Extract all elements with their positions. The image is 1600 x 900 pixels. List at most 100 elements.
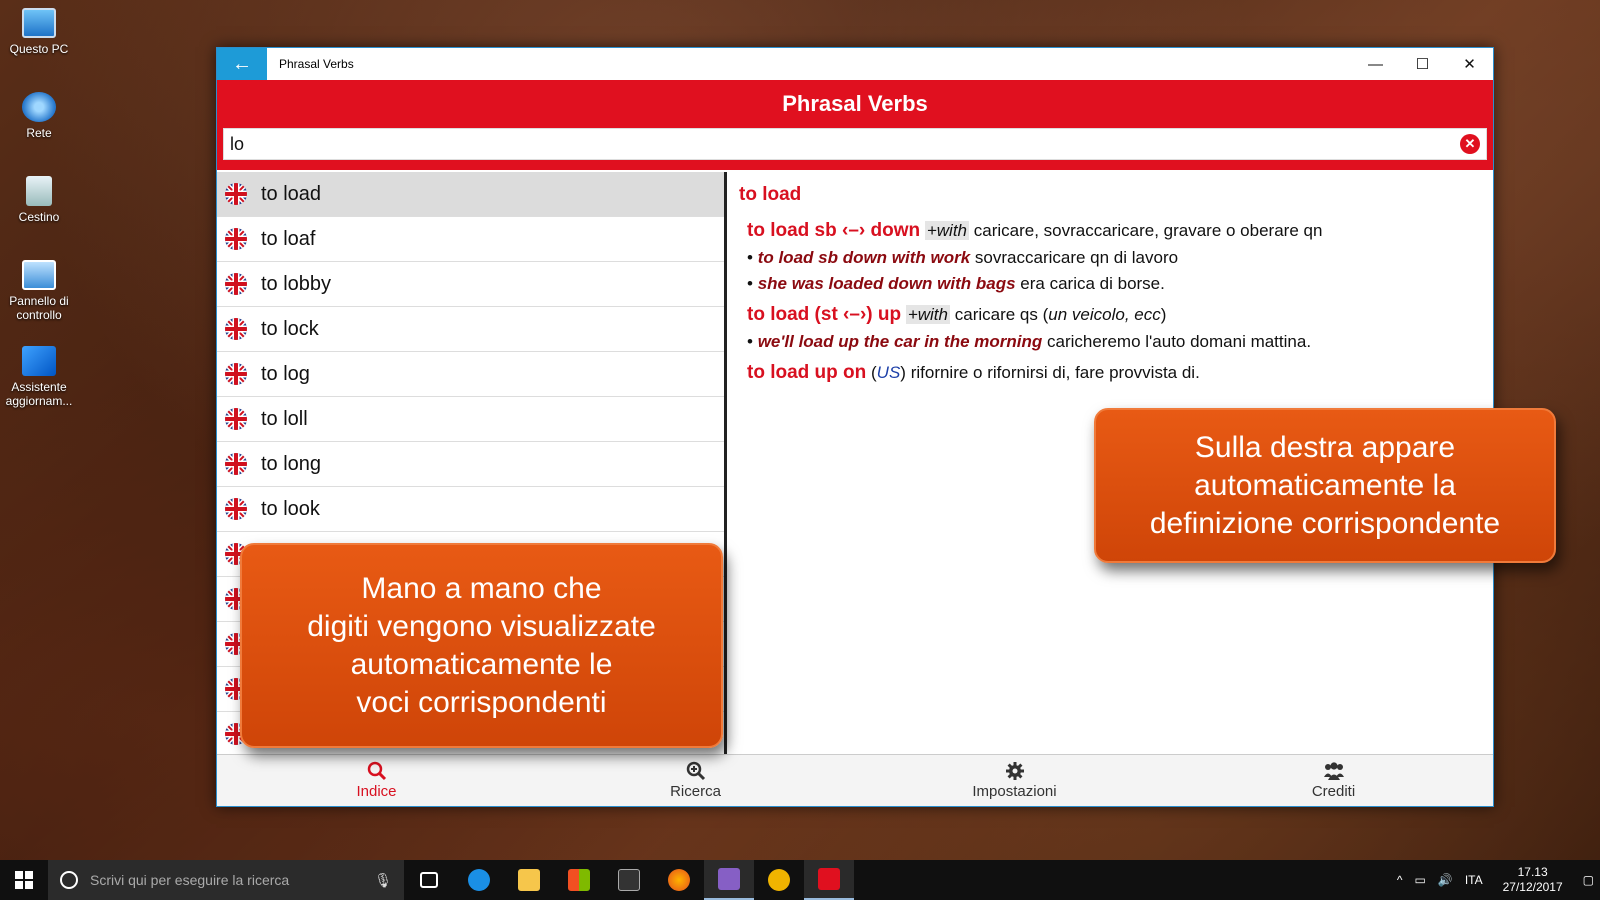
- windows-update-icon: [22, 346, 56, 376]
- clock-time: 17.13: [1517, 865, 1548, 879]
- close-button[interactable]: ✕: [1446, 48, 1493, 80]
- firefox-icon: [668, 869, 690, 891]
- taskbar-explorer[interactable]: [504, 860, 554, 900]
- desktop-icon-label: Pannello di controllo: [9, 294, 69, 322]
- list-item[interactable]: to load: [217, 172, 724, 217]
- desktop-icon-recycle-bin[interactable]: Cestino: [4, 176, 74, 224]
- clock[interactable]: 17.13 27/12/2017: [1503, 865, 1563, 895]
- cortana-icon: [60, 871, 78, 889]
- clock-date: 27/12/2017: [1502, 880, 1563, 894]
- desktop-icon-label: Rete: [26, 126, 52, 140]
- zoom-in-icon: [686, 761, 705, 781]
- clear-search-icon[interactable]: ✕: [1460, 134, 1480, 154]
- uk-flag-icon: [225, 408, 247, 430]
- example-bullet: •: [747, 332, 753, 351]
- desktop-icon-network[interactable]: Rete: [4, 92, 74, 140]
- callout-line: voci corrispondenti: [356, 685, 607, 719]
- entry-meaning: caricare, sovraccaricare, gravare o ober…: [973, 221, 1323, 240]
- network-tray-icon[interactable]: ▭: [1415, 873, 1426, 887]
- example-line: • to load sb down with work sovraccarica…: [747, 248, 1481, 268]
- list-item-label: to load: [261, 182, 322, 205]
- microphone-icon[interactable]: 🎙: [374, 872, 392, 889]
- entry-phrase: to load up on: [747, 362, 867, 383]
- list-item-label: to loaf: [261, 227, 316, 250]
- callout-right: Sulla destra appare automaticamente la d…: [1094, 408, 1556, 563]
- definition-entry: to load (st ‹–›) up +with caricare qs (u…: [747, 304, 1481, 352]
- entry-line: to load sb ‹–› down +with caricare, sovr…: [747, 220, 1481, 242]
- list-item[interactable]: to log: [217, 352, 724, 397]
- maximize-button[interactable]: ☐: [1399, 48, 1446, 80]
- taskbar-edge[interactable]: [454, 860, 504, 900]
- network-icon: [22, 92, 56, 122]
- desktop-icon-update-assistant[interactable]: Assistente aggiornam...: [4, 346, 74, 408]
- list-item-label: to log: [261, 362, 310, 385]
- example-en: to load sb down with work: [757, 248, 971, 267]
- callout-line: definizione corrispondente: [1149, 506, 1501, 540]
- chevron-up-icon[interactable]: ^: [1397, 873, 1403, 887]
- store-icon: [568, 869, 590, 891]
- desktop-icon-this-pc[interactable]: Questo PC: [4, 8, 74, 56]
- app-yellow-icon: [768, 869, 790, 891]
- list-item-label: to long: [261, 452, 322, 475]
- minimize-button[interactable]: —: [1352, 48, 1399, 80]
- paren-close: ): [900, 363, 906, 382]
- example-en: she was loaded down with bags: [757, 274, 1016, 293]
- window-title: Phrasal Verbs: [279, 57, 354, 71]
- desktop-icon-label: Assistente aggiornam...: [5, 380, 73, 408]
- taskbar-store[interactable]: [554, 860, 604, 900]
- taskbar-visual-studio[interactable]: [704, 860, 754, 900]
- definition-entry: to load up on (US) rifornire o rifornirs…: [747, 362, 1481, 384]
- language-indicator[interactable]: ITA: [1465, 873, 1483, 887]
- taskbar-phrasal-verbs[interactable]: [804, 860, 854, 900]
- taskbar-app-yellow[interactable]: [754, 860, 804, 900]
- nav-impostazioni[interactable]: Impostazioni: [855, 755, 1174, 806]
- nav-label: Indice: [356, 783, 397, 800]
- example-bullet: •: [747, 274, 753, 293]
- example-line: • she was loaded down with bags era cari…: [747, 274, 1481, 294]
- list-item[interactable]: to loaf: [217, 217, 724, 262]
- nav-ricerca[interactable]: Ricerca: [536, 755, 855, 806]
- example-it: sovraccaricare qn di lavoro: [974, 248, 1179, 267]
- taskbar: Scrivi qui per eseguire la ricerca 🎙 ^ ▭…: [0, 860, 1600, 900]
- uk-flag-icon: [225, 273, 247, 295]
- app-header: Phrasal Verbs: [217, 80, 1493, 128]
- list-item[interactable]: to lobby: [217, 262, 724, 307]
- back-button[interactable]: ←: [217, 48, 267, 80]
- callout-line: automaticamente le: [350, 647, 613, 681]
- desktop-icon-control-panel[interactable]: Pannello di controllo: [4, 260, 74, 322]
- callout-line: Sulla destra appare: [1194, 430, 1456, 464]
- edge-icon: [468, 869, 490, 891]
- nav-label: Impostazioni: [972, 783, 1057, 800]
- desktop-icon-label: Cestino: [18, 210, 60, 224]
- uk-flag-icon: [225, 363, 247, 385]
- list-item-label: to lock: [261, 317, 319, 340]
- task-view-icon: [420, 872, 438, 888]
- region-label: US: [876, 363, 901, 382]
- search-input[interactable]: [230, 133, 1460, 155]
- nav-indice[interactable]: Indice: [217, 755, 536, 806]
- title-bar: ← Phrasal Verbs — ☐ ✕: [217, 48, 1493, 80]
- callout-left: Mano a mano che digiti vengono visualizz…: [240, 543, 723, 748]
- entry-line: to load up on (US) rifornire o rifornirs…: [747, 362, 1481, 384]
- list-item[interactable]: to loll: [217, 397, 724, 442]
- nav-crediti[interactable]: Crediti: [1174, 755, 1493, 806]
- taskbar-search-placeholder: Scrivi qui per eseguire la ricerca: [90, 872, 290, 888]
- example-en: we'll load up the car in the morning: [757, 332, 1043, 351]
- entry-phrase: to load (st ‹–›) up: [747, 304, 902, 325]
- phrasal-verbs-app-icon: [818, 868, 840, 890]
- folder-icon: [518, 869, 540, 891]
- definition-entry: to load sb ‹–› down +with caricare, sovr…: [747, 220, 1481, 294]
- list-item[interactable]: to look: [217, 487, 724, 532]
- list-item[interactable]: to long: [217, 442, 724, 487]
- notifications-icon[interactable]: ▢: [1583, 873, 1594, 887]
- taskbar-firefox[interactable]: [654, 860, 704, 900]
- start-button[interactable]: [0, 860, 48, 900]
- list-item-label: to look: [261, 497, 320, 520]
- entry-tag: +with: [924, 221, 970, 240]
- list-item[interactable]: to lock: [217, 307, 724, 352]
- entry-meaning-pre: caricare qs (: [954, 305, 1049, 324]
- task-view-button[interactable]: [404, 860, 454, 900]
- volume-icon[interactable]: 🔊: [1438, 873, 1453, 887]
- taskbar-search[interactable]: Scrivi qui per eseguire la ricerca 🎙: [48, 860, 404, 900]
- taskbar-cmd[interactable]: [604, 860, 654, 900]
